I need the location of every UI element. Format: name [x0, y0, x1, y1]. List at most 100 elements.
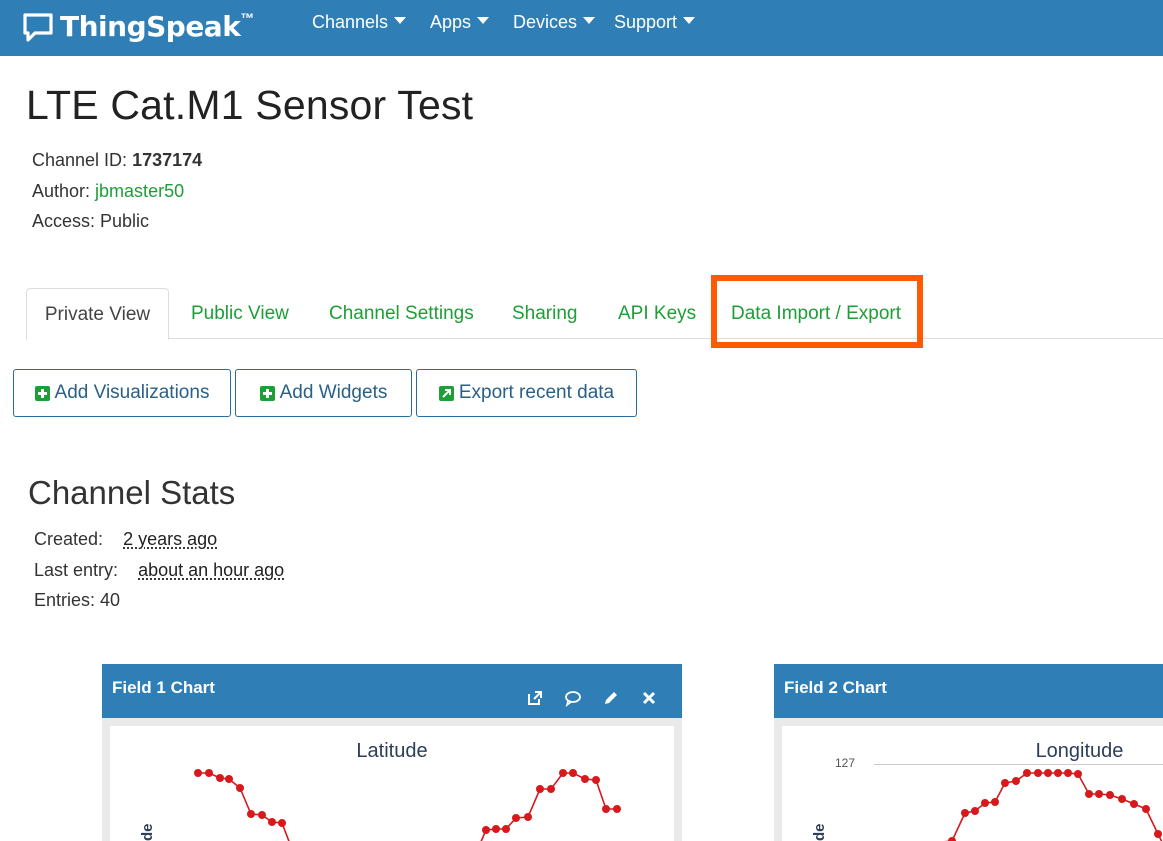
field-1-chart-panel: Field 1 Chart Latitude de: [102, 664, 682, 841]
caret-down-icon: [394, 17, 406, 24]
series-point: [1023, 769, 1031, 777]
author-link[interactable]: jbmaster50: [95, 181, 184, 201]
series-point: [1130, 800, 1138, 808]
series-point: [524, 813, 532, 821]
last-entry-value: about an hour ago: [138, 560, 284, 580]
nav-channels[interactable]: Channels: [312, 10, 406, 34]
series-point: [559, 769, 567, 777]
last-entry-label: Last entry:: [34, 560, 118, 580]
chart-area: Latitude de: [110, 726, 674, 841]
add-widgets-label: Add Widgets: [280, 382, 388, 404]
brand-trademark: ™: [240, 10, 254, 26]
stat-created: Created: 2 years ago: [34, 529, 217, 550]
add-widgets-button[interactable]: Add Widgets: [235, 369, 412, 417]
series-point: [991, 798, 999, 806]
series-point: [268, 818, 276, 826]
panel-actions: [526, 678, 658, 696]
plus-square-icon: [35, 386, 50, 401]
series-plot: [782, 726, 1163, 841]
series-point: [1095, 790, 1103, 798]
series-point: [971, 807, 979, 815]
series-point: [1154, 830, 1162, 838]
nav-support-label: Support: [614, 12, 677, 32]
stat-last-entry: Last entry: about an hour ago: [34, 560, 284, 581]
series-point: [1012, 777, 1020, 785]
brand-name: ThingSpeak: [60, 10, 240, 43]
series-point: [981, 799, 989, 807]
author-label: Author:: [32, 181, 95, 201]
series-point: [236, 784, 244, 792]
series-plot: [110, 726, 674, 841]
channel-id-label: Channel ID:: [32, 150, 132, 170]
close-icon[interactable]: [640, 678, 658, 696]
channel-author: Author: jbmaster50: [32, 181, 184, 202]
series-point: [205, 769, 213, 777]
series-point: [502, 825, 510, 833]
nav-devices[interactable]: Devices: [513, 10, 595, 34]
series-point: [258, 811, 266, 819]
top-navbar: ThingSpeak ™ Channels Apps Devices Suppor…: [0, 0, 1163, 56]
export-recent-data-button[interactable]: Export recent data: [416, 369, 637, 417]
pencil-icon[interactable]: [602, 678, 620, 696]
created-label: Created:: [34, 529, 103, 549]
series-point: [1118, 795, 1126, 803]
tab-private-view[interactable]: Private View: [26, 288, 169, 340]
highlight-annotation-box: [711, 275, 923, 348]
export-recent-data-label: Export recent data: [459, 382, 614, 404]
series-point: [1064, 769, 1072, 777]
channel-stats-title: Channel Stats: [28, 474, 235, 512]
series-point: [1034, 769, 1042, 777]
add-visualizations-button[interactable]: Add Visualizations: [13, 369, 231, 417]
brand-logo[interactable]: ThingSpeak ™: [22, 6, 254, 46]
nav-support[interactable]: Support: [614, 10, 695, 34]
series-point: [1074, 770, 1082, 778]
stat-entries: Entries: 40: [34, 590, 120, 611]
channel-id: Channel ID: 1737174: [32, 150, 202, 171]
series-point: [482, 826, 490, 834]
tab-sharing[interactable]: Sharing: [512, 288, 578, 340]
nav-channels-label: Channels: [312, 12, 388, 32]
tab-api-keys[interactable]: API Keys: [618, 288, 696, 340]
series-point: [1001, 779, 1009, 787]
series-point: [1054, 769, 1062, 777]
nav-apps[interactable]: Apps: [430, 10, 489, 34]
field-2-chart-panel: Field 2 Chart 127 Longitude de: [774, 664, 1163, 841]
created-value: 2 years ago: [123, 529, 217, 549]
series-point: [1106, 791, 1114, 799]
panel-header: Field 2 Chart: [774, 664, 1163, 718]
external-link-square-icon: [439, 386, 454, 401]
series-point: [225, 775, 233, 783]
tab-channel-settings[interactable]: Channel Settings: [329, 288, 474, 340]
add-visualizations-label: Add Visualizations: [55, 382, 210, 404]
page-title: LTE Cat.M1 Sensor Test: [26, 82, 473, 129]
nav-apps-label: Apps: [430, 12, 471, 32]
series-point: [948, 837, 956, 841]
series-point: [592, 776, 600, 784]
access-value: Public: [100, 211, 149, 231]
series-point: [547, 785, 555, 793]
comment-icon[interactable]: [564, 678, 582, 696]
chart-area: 127 Longitude de: [782, 726, 1163, 841]
series-point: [602, 805, 610, 813]
series-point: [278, 819, 286, 827]
series-point: [247, 810, 255, 818]
series-line: [198, 773, 617, 841]
panel-title: Field 2 Chart: [784, 678, 887, 697]
series-point: [569, 769, 577, 777]
external-link-icon[interactable]: [526, 678, 544, 696]
tab-public-view[interactable]: Public View: [191, 288, 289, 340]
plus-square-icon: [260, 386, 275, 401]
series-point: [216, 774, 224, 782]
series-point: [536, 785, 544, 793]
series-point: [194, 769, 202, 777]
series-point: [613, 805, 621, 813]
access-label: Access:: [32, 211, 100, 231]
panel-header: Field 1 Chart: [102, 664, 682, 718]
series-point: [1085, 790, 1093, 798]
panel-title: Field 1 Chart: [112, 678, 215, 697]
caret-down-icon: [683, 17, 695, 24]
series-point: [961, 809, 969, 817]
nav-devices-label: Devices: [513, 12, 577, 32]
series-point: [581, 775, 589, 783]
caret-down-icon: [477, 17, 489, 24]
